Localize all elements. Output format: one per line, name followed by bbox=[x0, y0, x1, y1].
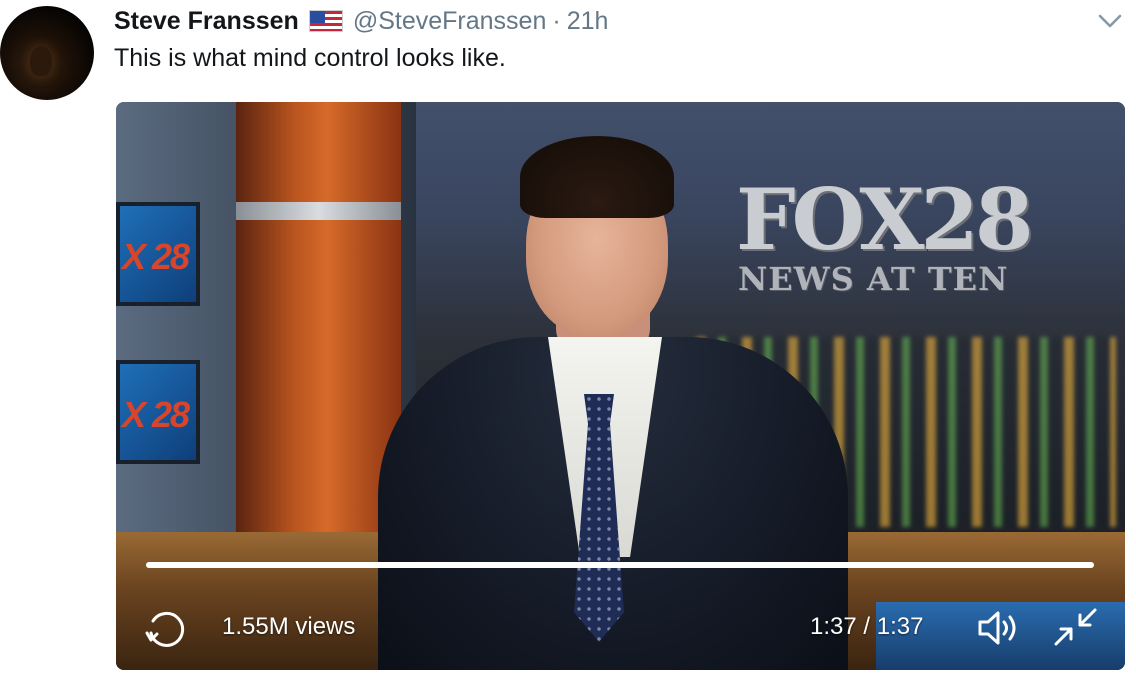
monitor-label: X 28 bbox=[122, 236, 190, 277]
replay-icon[interactable] bbox=[144, 607, 188, 651]
tweet: Steve Franssen @SteveFranssen · 21h This… bbox=[0, 0, 1136, 686]
video-player[interactable]: X 28 X 28 FOX28 NEWS AT TEN 1.55M views … bbox=[116, 102, 1125, 670]
avatar[interactable] bbox=[0, 6, 94, 100]
minimize-icon[interactable] bbox=[1050, 604, 1102, 650]
monitor-label: X 28 bbox=[122, 394, 190, 435]
volume-icon[interactable] bbox=[976, 608, 1024, 648]
us-flag-icon bbox=[308, 10, 343, 32]
progress-bar[interactable] bbox=[146, 562, 1094, 568]
tweet-header: Steve Franssen @SteveFranssen · 21h bbox=[114, 4, 608, 38]
pillar-band bbox=[236, 202, 401, 220]
view-count: 1.55M views bbox=[222, 613, 356, 640]
author-handle[interactable]: @SteveFranssen bbox=[353, 7, 547, 36]
avatar-silhouette bbox=[30, 46, 52, 76]
tweet-text: This is what mind control looks like. bbox=[114, 44, 506, 72]
separator: · bbox=[552, 6, 561, 35]
station-logo: FOX28 bbox=[736, 170, 1033, 269]
studio-monitor: X 28 bbox=[116, 202, 200, 306]
timestamp[interactable]: 21h bbox=[567, 7, 609, 36]
station-subtitle: NEWS AT TEN bbox=[738, 260, 1009, 298]
author-name[interactable]: Steve Franssen bbox=[114, 7, 299, 36]
timecode: 1:37 / 1:37 bbox=[810, 613, 924, 640]
progress-fill bbox=[146, 562, 1094, 568]
studio-monitor: X 28 bbox=[116, 360, 200, 464]
anchor-hair bbox=[520, 136, 674, 218]
chevron-down-icon[interactable] bbox=[1097, 10, 1123, 32]
